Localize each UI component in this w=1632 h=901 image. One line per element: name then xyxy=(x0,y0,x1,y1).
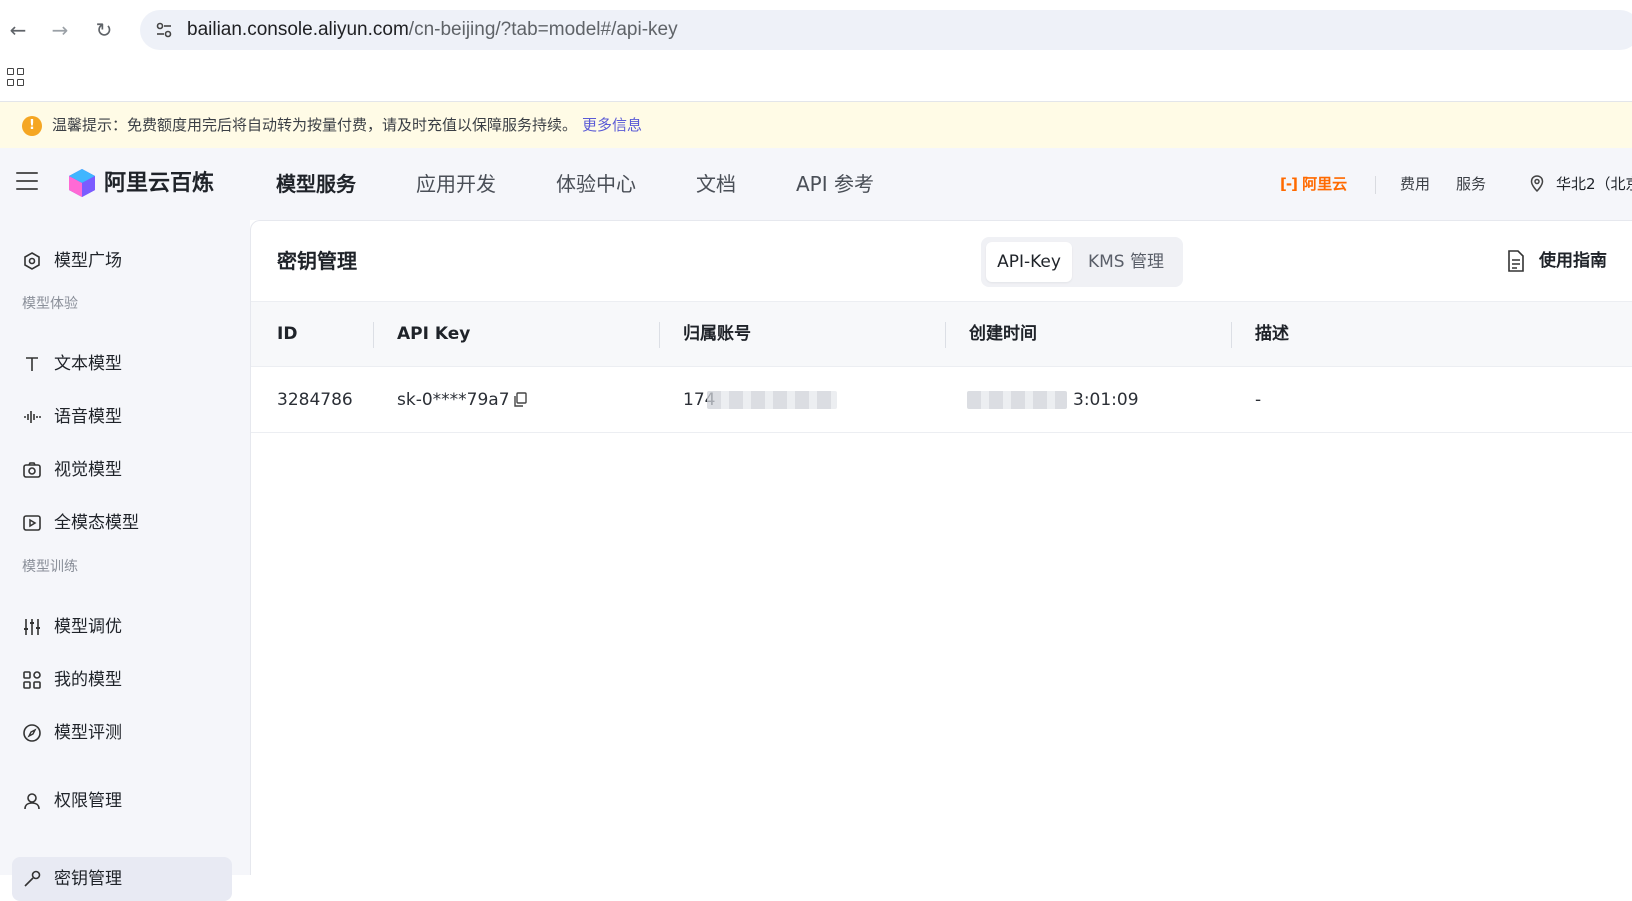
sidebar-label: 模型评测 xyxy=(54,723,122,743)
nav-model-service[interactable]: 模型服务 xyxy=(276,148,356,220)
sliders-icon xyxy=(24,619,40,635)
cell-description: - xyxy=(1255,390,1262,410)
nav-docs[interactable]: 文档 xyxy=(696,148,736,220)
notice-banner: ! 温馨提示：免费额度用完后将自动转为按量付费，请及时充值以保障服务持续。 更多… xyxy=(0,102,1632,148)
sidebar-item-text-model[interactable]: 文本模型 xyxy=(12,342,232,386)
nav-experience-center[interactable]: 体验中心 xyxy=(556,148,636,220)
sidebar-item-vision-model[interactable]: 视觉模型 xyxy=(12,448,232,492)
redacted-account xyxy=(707,391,837,409)
column-header-account: 归属账号 xyxy=(683,324,751,344)
brand-name[interactable]: 阿里云百炼 xyxy=(104,148,214,220)
site-settings-icon[interactable] xyxy=(154,20,174,40)
back-icon[interactable]: ← xyxy=(4,16,32,44)
table-row: 3284786 sk-0****79a7 174 3:01:09 - xyxy=(251,367,1632,433)
bailian-logo-icon xyxy=(69,169,95,197)
column-divider xyxy=(659,322,660,348)
address-bar[interactable]: bailian.console.aliyun.com/cn-beijing/?t… xyxy=(140,10,1632,50)
browser-toolbar: ← → ↻ bailian.console.aliyun.com/cn-beij… xyxy=(0,0,1632,58)
nav-app-dev[interactable]: 应用开发 xyxy=(416,148,496,220)
usage-guide-link[interactable]: 使用指南 xyxy=(1539,221,1607,301)
main-panel: 密钥管理 API-Key KMS 管理 使用指南 ID API Key 归属账号… xyxy=(250,220,1632,875)
reload-icon[interactable]: ↻ xyxy=(90,16,118,44)
video-play-icon xyxy=(23,515,41,531)
key-icon xyxy=(24,870,41,887)
sidebar-item-fine-tune[interactable]: 模型调优 xyxy=(12,605,232,649)
notice-more-link[interactable]: 更多信息 xyxy=(582,102,642,148)
apps-grid-icon[interactable] xyxy=(7,68,25,86)
column-header-id: ID xyxy=(277,324,298,344)
url-host: bailian.console.aliyun.com xyxy=(187,19,409,40)
sidebar-item-key-management[interactable]: 密钥管理 xyxy=(12,857,232,901)
region-selector[interactable]: 华北2（北京 xyxy=(1556,148,1632,220)
warning-icon: ! xyxy=(22,116,42,136)
sidebar-item-evaluation[interactable]: 模型评测 xyxy=(12,711,232,755)
audio-wave-icon xyxy=(24,411,41,423)
column-header-api-key: API Key xyxy=(397,324,471,344)
sidebar-label: 视觉模型 xyxy=(54,460,122,480)
nav-api-reference[interactable]: API 参考 xyxy=(796,148,874,220)
forward-icon[interactable]: → xyxy=(46,16,74,44)
aliyun-label: 阿里云 xyxy=(1302,175,1348,193)
sidebar-label: 密钥管理 xyxy=(54,869,122,889)
cell-api-key: sk-0****79a7 xyxy=(397,390,510,410)
location-icon xyxy=(1530,175,1544,193)
url-text[interactable]: bailian.console.aliyun.com/cn-beijing/?t… xyxy=(187,10,678,50)
nav-service[interactable]: 服务 xyxy=(1456,148,1486,220)
column-divider xyxy=(945,322,946,348)
tab-switcher: API-Key KMS 管理 xyxy=(981,237,1183,287)
url-path: /cn-beijing/?tab=model#/api-key xyxy=(408,19,678,40)
document-icon xyxy=(1508,250,1524,272)
redacted-date xyxy=(967,391,1067,409)
text-icon xyxy=(26,357,38,371)
sidebar-label: 我的模型 xyxy=(54,670,122,690)
sidebar-item-omni-model[interactable]: 全模态模型 xyxy=(12,501,232,545)
cell-created-time: 3:01:09 xyxy=(1073,390,1139,410)
menu-icon[interactable] xyxy=(16,172,38,190)
aliyun-logo[interactable]: [-] 阿里云 xyxy=(1280,148,1347,220)
column-divider xyxy=(373,322,374,348)
sidebar-label: 全模态模型 xyxy=(54,513,139,533)
model-square-icon xyxy=(24,252,40,270)
sidebar-label: 模型广场 xyxy=(54,251,122,271)
camera-icon xyxy=(23,462,41,478)
sidebar-group-title: 模型体验 xyxy=(22,296,78,312)
sidebar-label: 模型调优 xyxy=(54,617,122,637)
nav-billing[interactable]: 费用 xyxy=(1400,148,1430,220)
user-icon xyxy=(24,793,40,810)
tab-kms[interactable]: KMS 管理 xyxy=(1076,242,1176,282)
compass-icon xyxy=(23,724,41,742)
header-divider xyxy=(1375,176,1376,194)
column-divider xyxy=(1231,322,1232,348)
sidebar-item-model-square[interactable]: 模型广场 xyxy=(12,239,232,283)
sidebar-label: 权限管理 xyxy=(54,791,122,811)
sidebar-item-voice-model[interactable]: 语音模型 xyxy=(12,395,232,439)
grid-icon xyxy=(23,671,41,689)
notice-text: 温馨提示：免费额度用完后将自动转为按量付费，请及时充值以保障服务持续。 xyxy=(52,116,578,134)
sidebar-item-permissions[interactable]: 权限管理 xyxy=(12,779,232,823)
top-header: 阿里云百炼 模型服务 应用开发 体验中心 文档 API 参考 [-] 阿里云 费… xyxy=(0,148,1632,220)
column-header-created: 创建时间 xyxy=(969,324,1037,344)
page-title: 密钥管理 xyxy=(277,249,357,273)
bookmarks-bar xyxy=(0,58,1632,102)
cell-id: 3284786 xyxy=(277,390,353,410)
sidebar-item-my-models[interactable]: 我的模型 xyxy=(12,658,232,702)
sidebar-group-title: 模型训练 xyxy=(22,559,78,575)
sidebar-label: 文本模型 xyxy=(54,354,122,374)
table-header: ID API Key 归属账号 创建时间 描述 xyxy=(251,301,1632,367)
column-header-desc: 描述 xyxy=(1255,324,1289,344)
sidebar: 模型广场 模型体验 文本模型 语音模型 视觉模型 全模态模型 模型训练 模型调优… xyxy=(0,220,250,901)
sidebar-label: 语音模型 xyxy=(54,407,122,427)
tab-api-key[interactable]: API-Key xyxy=(986,242,1072,282)
copy-icon[interactable] xyxy=(513,392,527,407)
